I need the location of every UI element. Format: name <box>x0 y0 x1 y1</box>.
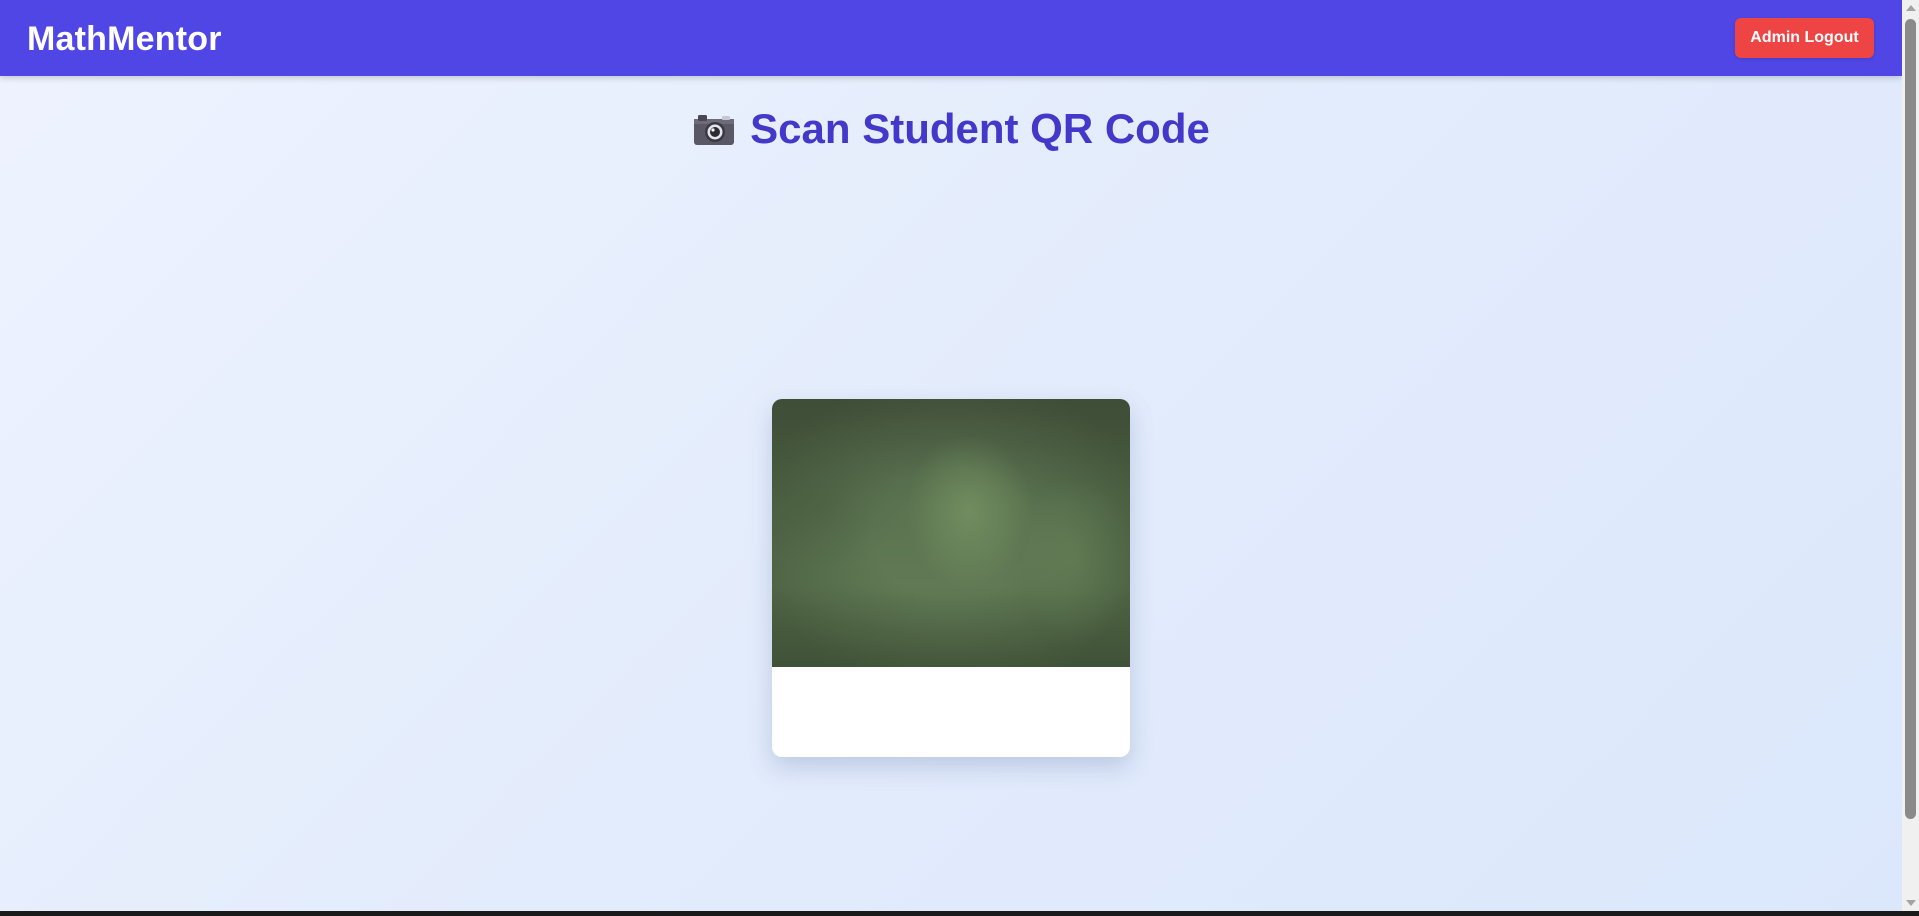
top-navbar: MathMentor Admin Logout <box>0 0 1902 76</box>
page-title: Scan Student QR Code <box>750 105 1210 152</box>
camera-preview-vignette <box>772 399 1130 667</box>
scroll-up-arrow-icon[interactable] <box>1906 5 1916 11</box>
page-scrollbar[interactable] <box>1902 0 1919 911</box>
brand-logo[interactable]: MathMentor <box>27 19 222 59</box>
admin-logout-button[interactable]: Admin Logout <box>1735 18 1874 58</box>
app-viewport: MathMentor Admin Logout Scan Student QR … <box>0 0 1902 911</box>
scroll-down-arrow-icon[interactable] <box>1906 900 1916 906</box>
camera-icon <box>692 111 736 147</box>
qr-scanner-card <box>772 399 1130 757</box>
scrollbar-thumb[interactable] <box>1905 19 1916 819</box>
page-header: Scan Student QR Code <box>0 102 1902 156</box>
